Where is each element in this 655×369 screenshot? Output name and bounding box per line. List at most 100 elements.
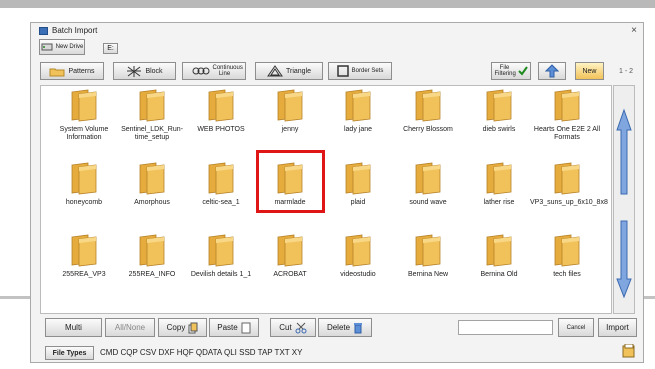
border-sets-label: Border Sets — [351, 68, 384, 74]
folder-icon — [554, 89, 580, 122]
folder-name: VP3_suns_up_6x10_8x8 — [530, 199, 608, 206]
folder-icon — [554, 234, 580, 267]
folder-icon — [554, 162, 580, 195]
folder-item[interactable]: System Volume Information — [47, 88, 121, 142]
folder-icon — [277, 234, 303, 267]
trash-icon — [354, 322, 363, 333]
file-types-list: CMD CQP CSV DXF HQF QDATA QLI SSD TAP TX… — [100, 348, 303, 357]
block-button[interactable]: Block — [113, 62, 176, 80]
folder-icon — [415, 162, 441, 195]
folder-icon — [139, 162, 165, 195]
folder-icon — [208, 89, 234, 122]
folder-name: System Volume Information — [59, 126, 109, 141]
folder-name: Cherry Blossom — [403, 126, 453, 133]
folder-item[interactable]: honeycomb — [47, 161, 121, 207]
scroll-down-icon[interactable] — [616, 219, 632, 299]
paste-label: Paste — [217, 323, 238, 332]
folder-icon — [208, 162, 234, 195]
scroll-up-icon[interactable] — [616, 108, 632, 196]
folder-browse-icon[interactable] — [622, 344, 636, 358]
import-button[interactable]: Import — [598, 318, 637, 337]
folder-item[interactable]: celtic-sea_1 — [184, 161, 258, 207]
folder-name: Bernina Old — [480, 271, 518, 278]
folder-name: 255REA_INFO — [128, 271, 176, 278]
new-drive-label: New Drive — [55, 44, 84, 50]
patterns-button[interactable]: Patterns — [40, 62, 104, 80]
triangle-icon — [267, 65, 283, 77]
filename-input[interactable] — [458, 320, 553, 335]
folder-item[interactable]: sound wave — [391, 161, 465, 207]
folder-icon — [71, 234, 97, 267]
copy-button[interactable]: Copy — [158, 318, 207, 337]
folder-item[interactable]: WEB PHOTOS — [184, 88, 258, 134]
multi-button[interactable]: Multi — [45, 318, 102, 337]
folder-name: lather rise — [483, 199, 515, 206]
file-filtering-button[interactable]: File Filtering — [491, 62, 531, 80]
folder-item[interactable]: tech files — [530, 233, 604, 279]
triangle-button[interactable]: Triangle — [255, 62, 323, 80]
folder-name: WEB PHOTOS — [197, 126, 245, 133]
folder-item[interactable]: Devilish details 1_1 — [184, 233, 258, 279]
folder-name: sound wave — [409, 199, 447, 206]
up-arrow-icon — [545, 64, 559, 78]
folder-item[interactable]: Bernina New — [391, 233, 465, 279]
new-folder-button[interactable]: New — [575, 62, 604, 80]
file-filtering-label: File Filtering — [494, 65, 516, 77]
page-indicator: 1 - 2 — [619, 68, 634, 75]
cancel-button[interactable]: Cancel — [558, 318, 594, 337]
folder-icon — [486, 234, 512, 267]
folder-item[interactable]: VP3_suns_up_6x10_8x8 — [530, 161, 608, 207]
folder-item[interactable]: lady jane — [321, 88, 395, 134]
folder-icon — [345, 89, 371, 122]
dialog-title: Batch Import — [52, 26, 98, 35]
folder-icon — [486, 162, 512, 195]
folder-item[interactable]: dieb swirls — [462, 88, 536, 134]
delete-label: Delete — [326, 323, 351, 332]
folder-item[interactable]: Cherry Blossom — [391, 88, 465, 134]
folder-item[interactable]: 255REA_INFO — [115, 233, 189, 279]
folder-icon — [345, 234, 371, 267]
folder-icon — [139, 89, 165, 122]
drive-icon — [41, 43, 53, 51]
folder-icon — [71, 162, 97, 195]
folder-icon — [71, 89, 97, 122]
folder-name: 255REA_VP3 — [62, 271, 106, 278]
parent-folder-button[interactable] — [538, 62, 566, 80]
drive-e-button[interactable]: E: — [103, 43, 118, 54]
folder-icon — [415, 234, 441, 267]
vertical-scrollbar[interactable] — [613, 85, 635, 314]
checkmark-icon — [517, 66, 528, 76]
folder-name: videostudio — [340, 271, 376, 278]
patterns-label: Patterns — [68, 67, 95, 75]
folder-item[interactable]: lather rise — [462, 161, 536, 207]
delete-button[interactable]: Delete — [318, 318, 372, 337]
folder-item[interactable]: Sentinel_LDK_Run-time_setup — [115, 88, 189, 142]
folder-item[interactable]: plaid — [321, 161, 395, 207]
folder-icon — [486, 89, 512, 122]
selection-highlight — [256, 150, 325, 213]
folder-name: plaid — [350, 199, 366, 206]
folder-icon — [49, 68, 65, 76]
close-button[interactable]: × — [631, 25, 637, 36]
folder-item[interactable]: ACROBAT — [253, 233, 327, 279]
cut-button[interactable]: Cut — [270, 318, 316, 337]
folder-icon — [345, 162, 371, 195]
folder-name: Sentinel_LDK_Run-time_setup — [121, 126, 183, 141]
continuous-line-label: Continuous Line — [212, 65, 243, 77]
block-label: Block — [145, 67, 163, 75]
continuous-line-button[interactable]: Continuous Line — [182, 62, 246, 80]
folder-item[interactable]: jenny — [253, 88, 327, 134]
border-sets-button[interactable]: Border Sets — [328, 62, 392, 80]
folder-name: jenny — [281, 126, 299, 133]
folder-item[interactable]: Bernina Old — [462, 233, 536, 279]
new-drive-button[interactable]: New Drive — [39, 39, 85, 55]
folder-item[interactable]: Hearts One E2E 2 All Formats — [530, 88, 604, 142]
border-sets-icon — [336, 65, 349, 77]
cut-label: Cut — [279, 323, 292, 332]
folder-item[interactable]: 255REA_VP3 — [47, 233, 121, 279]
paste-button[interactable]: Paste — [209, 318, 259, 337]
folder-item[interactable]: videostudio — [321, 233, 395, 279]
file-types-button[interactable]: File Types — [45, 346, 94, 360]
folder-item[interactable]: Amorphous — [115, 161, 189, 207]
all-none-button[interactable]: All/None — [105, 318, 155, 337]
